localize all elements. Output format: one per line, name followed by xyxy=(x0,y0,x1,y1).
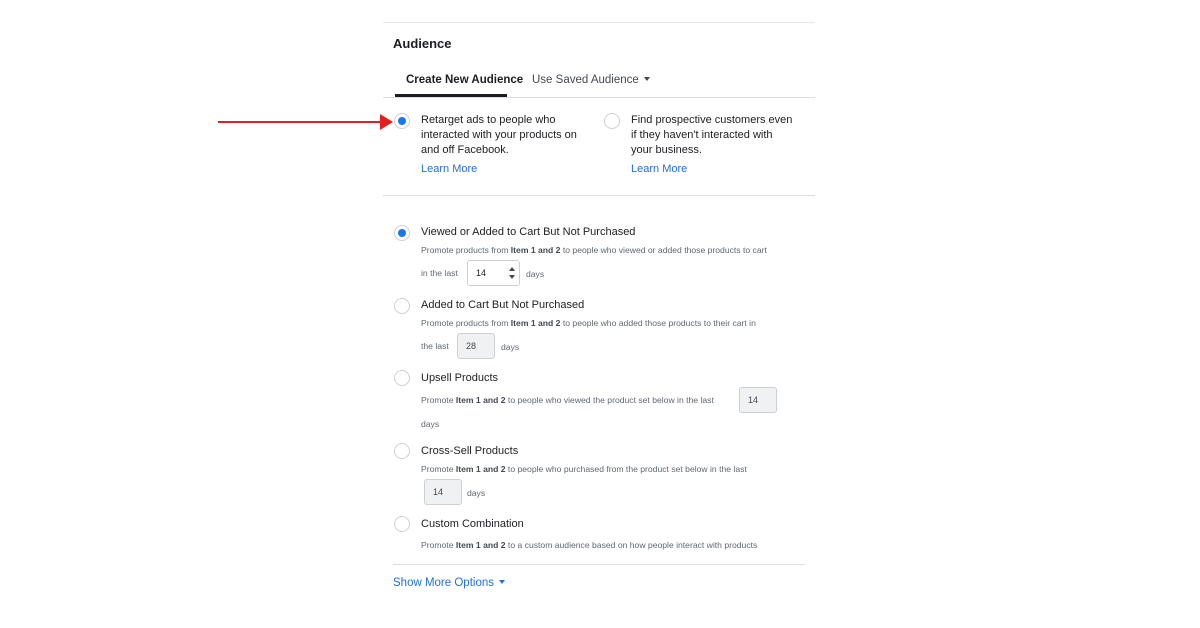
option-title: Custom Combination xyxy=(421,518,524,530)
option-custom-combination-radio[interactable] xyxy=(394,516,410,532)
tab-label: Create New Audience xyxy=(406,74,524,86)
choice-line: if they haven't interacted with xyxy=(631,129,773,141)
option-cross-sell-radio[interactable] xyxy=(394,443,410,459)
desc-text: to people who viewed the product set bel… xyxy=(505,395,714,405)
spinner-down-icon[interactable] xyxy=(509,275,515,279)
days-spinner[interactable] xyxy=(505,261,519,285)
days-input[interactable]: 14 xyxy=(424,479,462,505)
option-description: Promote products from Item 1 and 2 to pe… xyxy=(421,312,756,335)
days-input[interactable]: 14 xyxy=(467,260,520,286)
option-title: Cross-Sell Products xyxy=(421,445,519,457)
red-arrow-line xyxy=(218,121,388,123)
audience-tabs: Create New Audience Use Saved Audience xyxy=(383,65,815,98)
days-value: 14 xyxy=(433,487,444,497)
spinner-up-icon[interactable] xyxy=(509,267,515,271)
choice-line: and off Facebook. xyxy=(421,144,509,156)
caret-down-icon xyxy=(499,579,505,584)
option-description: Promote Item 1 and 2 to people who purch… xyxy=(421,458,747,481)
days-label: days xyxy=(421,419,440,429)
tab-use-saved-audience[interactable]: Use Saved Audience xyxy=(532,74,650,86)
desc-bold: Item 1 and 2 xyxy=(455,540,506,550)
prospecting-radio[interactable] xyxy=(604,113,620,129)
option-viewed-added-radio[interactable] xyxy=(394,225,410,241)
desc-text: to a custom audience based on how people… xyxy=(505,540,758,550)
the-last-label: the last xyxy=(421,341,449,351)
desc-bold: Item 1 and 2 xyxy=(510,245,561,255)
days-input[interactable]: 28 xyxy=(457,333,495,359)
divider xyxy=(393,564,805,565)
choice-line: your business. xyxy=(631,144,702,156)
show-more-options-link[interactable]: Show More Options xyxy=(393,577,505,589)
days-input[interactable]: 14 xyxy=(739,387,777,413)
option-description: Promote Item 1 and 2 to people who viewe… xyxy=(421,389,714,412)
option-added-cart-radio[interactable] xyxy=(394,298,410,314)
choice-line: Retarget ads to people who xyxy=(421,114,556,126)
show-more-label: Show More Options xyxy=(393,577,494,589)
desc-text: Promote products from xyxy=(421,245,511,255)
days-label: days xyxy=(467,488,486,498)
desc-bold: Item 1 and 2 xyxy=(455,464,506,474)
desc-text: Promote xyxy=(421,395,456,405)
days-value: 14 xyxy=(476,268,487,278)
choice-line: interacted with your products on xyxy=(421,129,577,141)
caret-down-icon xyxy=(643,76,650,81)
tab-create-new-audience[interactable]: Create New Audience xyxy=(406,74,523,86)
prospecting-learn-more-link[interactable]: Learn More xyxy=(631,163,687,175)
desc-text: Promote products from xyxy=(421,318,511,328)
retarget-description: Retarget ads to people who interacted wi… xyxy=(421,113,591,158)
days-label: days xyxy=(526,269,545,279)
audience-panel: Audience Create New Audience Use Saved A… xyxy=(383,22,815,613)
in-the-last-label: in the last xyxy=(421,268,458,278)
desc-text: to people who viewed or added those prod… xyxy=(560,245,767,255)
desc-text: Promote xyxy=(421,464,456,474)
option-upsell-radio[interactable] xyxy=(394,370,410,386)
tab-label: Use Saved Audience xyxy=(532,74,639,86)
days-label: days xyxy=(501,342,520,352)
days-value: 28 xyxy=(466,341,477,351)
retarget-learn-more-link[interactable]: Learn More xyxy=(421,163,477,175)
active-tab-indicator xyxy=(395,94,507,97)
prospecting-description: Find prospective customers even if they … xyxy=(631,113,811,158)
option-title: Upsell Products xyxy=(421,372,499,384)
days-value: 14 xyxy=(748,395,759,405)
section-title: Audience xyxy=(393,36,452,51)
option-title: Added to Cart But Not Purchased xyxy=(421,299,585,311)
choice-line: Find prospective customers even xyxy=(631,114,793,126)
option-description: Promote Item 1 and 2 to a custom audienc… xyxy=(421,534,757,557)
option-title: Viewed or Added to Cart But Not Purchase… xyxy=(421,226,636,238)
retarget-radio[interactable] xyxy=(394,113,410,129)
desc-text: Promote xyxy=(421,540,456,550)
divider xyxy=(383,195,815,196)
desc-text: to people who purchased from the product… xyxy=(505,464,747,474)
desc-bold: Item 1 and 2 xyxy=(455,395,506,405)
option-description: Promote products from Item 1 and 2 to pe… xyxy=(421,239,767,262)
desc-text: to people who added those products to th… xyxy=(560,318,756,328)
desc-bold: Item 1 and 2 xyxy=(510,318,561,328)
